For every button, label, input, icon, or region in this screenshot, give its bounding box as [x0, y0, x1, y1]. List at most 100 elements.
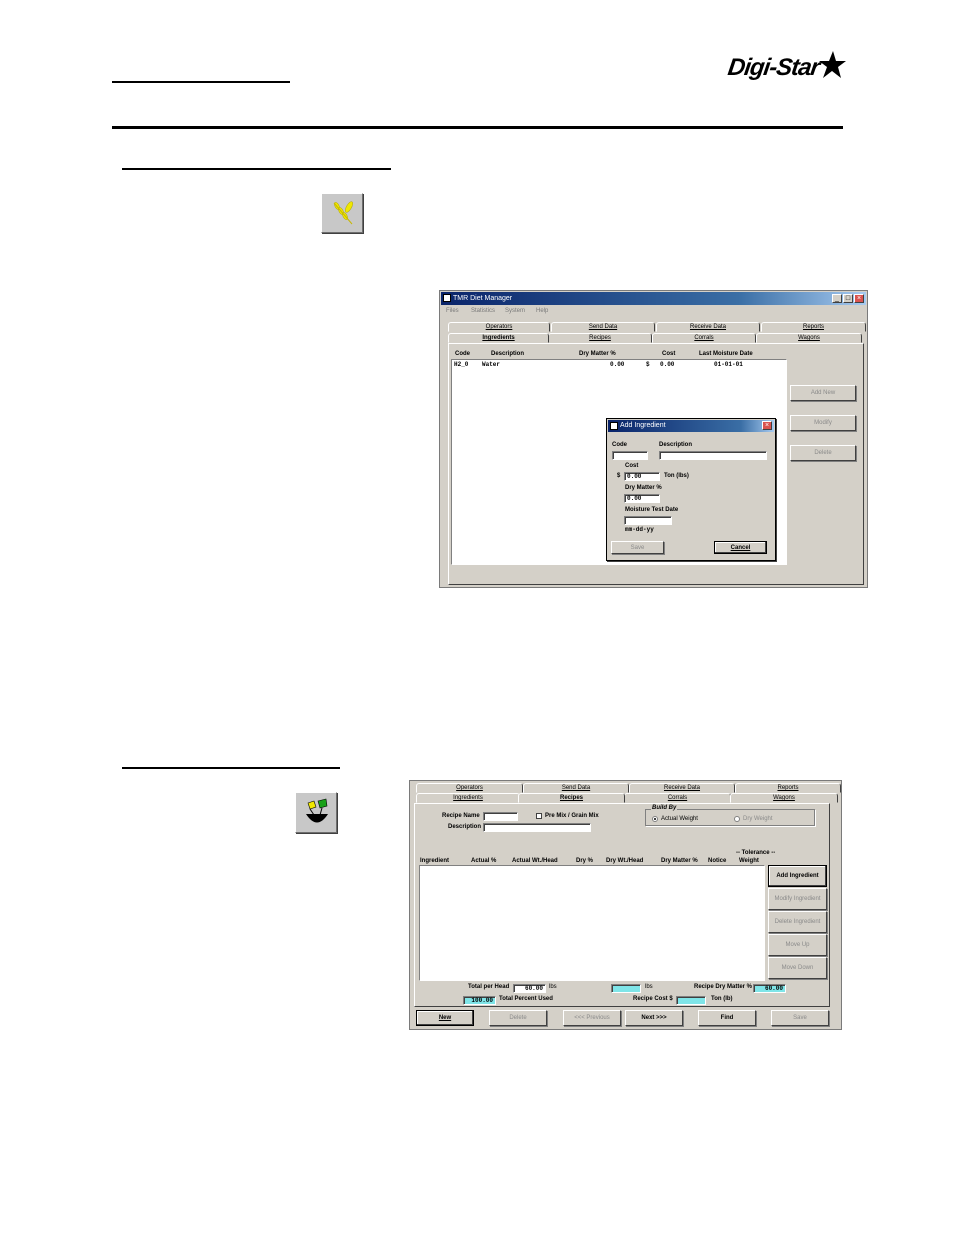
next-button[interactable]: Next >>>: [625, 1010, 683, 1026]
section-rule-recipes: [122, 767, 340, 769]
move-down-button[interactable]: Move Down: [768, 957, 827, 979]
recipe-cost-value: [676, 996, 706, 1005]
dry-matter-input[interactable]: 0.00: [624, 494, 660, 503]
recipe-dry-matter-label: Recipe Dry Matter %: [694, 984, 753, 990]
cell-currency: $: [646, 361, 650, 368]
dry-weight-label: Dry Weight: [743, 816, 773, 822]
maximize-button[interactable]: □: [843, 294, 853, 303]
cell-date: 01-01-01: [714, 361, 743, 368]
dry-total-per-head-value: [611, 984, 641, 993]
code-input[interactable]: [612, 451, 648, 460]
digistar-logo: Digi-Star: [726, 51, 848, 84]
total-per-head-unit: lbs: [549, 984, 557, 990]
move-up-button[interactable]: Move Up: [768, 934, 827, 956]
description-input[interactable]: [659, 451, 767, 460]
tab-corrals[interactable]: Corrals: [624, 793, 731, 803]
delete-ingredient-button[interactable]: Delete Ingredient: [768, 911, 827, 933]
recipe-mix-icon: [306, 798, 328, 823]
add-ingredient-button[interactable]: Add Ingredient: [768, 865, 827, 887]
logo-text: Digi-Star: [726, 54, 821, 81]
cost-unit: Ton (lbs): [664, 473, 689, 479]
ingredients-toolbar-button[interactable]: [321, 193, 363, 233]
cancel-button[interactable]: Cancel: [714, 541, 767, 554]
tab-reports[interactable]: Reports: [761, 322, 866, 332]
star-icon: [819, 51, 846, 78]
find-button[interactable]: Find: [698, 1010, 756, 1026]
window-title: TMR Diet Manager: [453, 295, 513, 302]
menu-system[interactable]: System: [505, 308, 525, 314]
delete-recipe-button[interactable]: Delete: [489, 1010, 547, 1026]
col-last-moisture-date: Last Moisture Date: [699, 351, 753, 357]
header-rule-short: [112, 81, 290, 83]
premix-checkbox[interactable]: [536, 813, 542, 819]
dialog-close-button[interactable]: ×: [762, 421, 772, 430]
col-dry-wt-head: Dry Wt./Head: [606, 858, 644, 864]
grain-icon: [333, 201, 353, 225]
tab-ingredients[interactable]: Ingredients: [448, 333, 549, 343]
description-input[interactable]: [483, 823, 591, 832]
actual-weight-radio[interactable]: [652, 816, 658, 822]
table-row[interactable]: H2_0 Water 0.00 $ 0.00 01-01-01: [452, 360, 786, 369]
moisture-date-label: Moisture Test Date: [625, 507, 679, 513]
cost-input[interactable]: 0.00: [624, 472, 660, 481]
col-notice: Notice: [708, 858, 727, 864]
build-by-group: Build By Actual Weight Dry Weight: [645, 805, 815, 826]
modify-ingredient-button[interactable]: Modify Ingredient: [768, 888, 827, 910]
tab-ingredients[interactable]: Ingredients: [416, 793, 520, 803]
diet-manager-window: TMR Diet Manager _ □ × Files Statistics …: [439, 290, 868, 588]
cell-description: Water: [482, 361, 501, 368]
build-by-label: Build By: [651, 805, 678, 811]
menu-statistics[interactable]: Statistics: [471, 308, 495, 314]
tab-wagons[interactable]: Wagons: [730, 793, 838, 803]
tab-corrals[interactable]: Corrals: [652, 333, 756, 343]
menu-bar: Files Statistics System Help: [441, 306, 866, 316]
cell-code: H2_0: [454, 361, 469, 368]
total-per-head-label: Total per Head: [468, 984, 510, 990]
col-code: Code: [455, 351, 470, 357]
recipe-dry-matter-value: 60.00: [753, 984, 786, 993]
recipes-window: Operators Send Data Receive Data Reports…: [409, 780, 842, 1030]
dry-weight-radio[interactable]: [734, 816, 740, 822]
tolerance-label: -- Tolerance --: [736, 850, 776, 856]
add-new-button[interactable]: Add New: [790, 385, 856, 401]
description-label: Description: [659, 442, 693, 448]
section-rule-ingredients: [122, 168, 391, 170]
save-button[interactable]: Save: [611, 541, 664, 554]
menu-help[interactable]: Help: [536, 308, 548, 314]
delete-button[interactable]: Delete: [790, 445, 856, 461]
cell-cost: 0.00: [660, 361, 675, 368]
total-per-head-value: 60.00: [513, 984, 546, 993]
tab-wagons[interactable]: Wagons: [756, 333, 862, 343]
recipe-ingredients-list[interactable]: [419, 865, 765, 981]
dry-matter-label: Dry Matter %: [625, 485, 662, 491]
dialog-icon: [610, 422, 618, 430]
menu-files[interactable]: Files: [446, 308, 459, 314]
tab-send-data[interactable]: Send Data: [523, 783, 629, 793]
cell-dry-matter: 0.00: [610, 361, 625, 368]
dialog-titlebar: Add Ingredient ×: [608, 420, 774, 432]
tab-recipes[interactable]: Recipes: [518, 793, 625, 803]
minimize-button[interactable]: _: [832, 294, 842, 303]
recipe-cost-unit: Ton (lb): [711, 996, 733, 1002]
tab-recipes[interactable]: Recipes: [548, 333, 652, 343]
window-titlebar: TMR Diet Manager _ □ ×: [441, 292, 866, 305]
premix-label: Pre Mix / Grain Mix: [545, 813, 599, 819]
moisture-date-input[interactable]: [624, 516, 672, 525]
recipes-panel: Recipe Name Pre Mix / Grain Mix Descript…: [414, 803, 830, 1007]
recipes-toolbar-button[interactable]: [295, 792, 337, 833]
new-button[interactable]: New: [416, 1010, 474, 1026]
tab-receive-data[interactable]: Receive Data: [629, 783, 735, 793]
previous-button[interactable]: <<< Previous: [563, 1010, 621, 1026]
code-label: Code: [612, 442, 627, 448]
modify-button[interactable]: Modify: [790, 415, 856, 431]
tab-send-data[interactable]: Send Data: [551, 322, 655, 332]
tab-operators[interactable]: Operators: [416, 783, 523, 793]
tab-receive-data[interactable]: Receive Data: [656, 322, 760, 332]
tab-operators[interactable]: Operators: [448, 322, 550, 332]
col-cost: Cost: [662, 351, 676, 357]
close-button[interactable]: ×: [854, 294, 864, 303]
tab-reports[interactable]: Reports: [735, 783, 841, 793]
recipe-name-input[interactable]: [483, 812, 518, 821]
save-recipe-button[interactable]: Save: [771, 1010, 829, 1026]
dry-total-unit: lbs: [645, 984, 653, 990]
